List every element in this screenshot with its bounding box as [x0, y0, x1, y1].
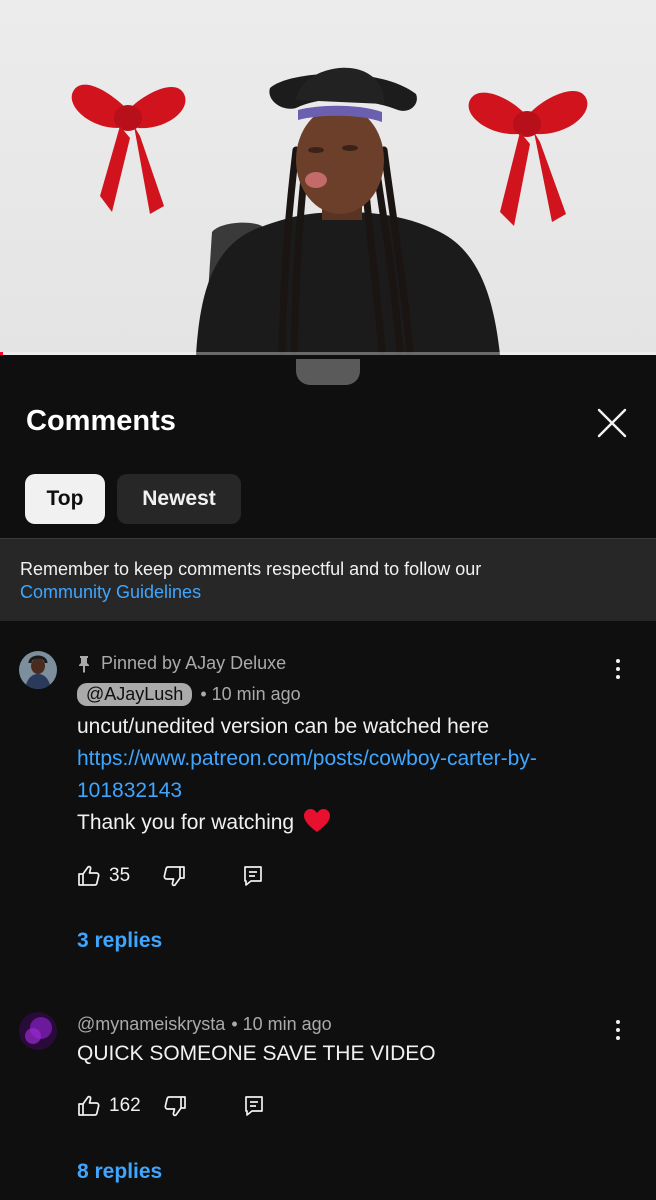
- reply-button[interactable]: [242, 864, 264, 888]
- reply-button[interactable]: [243, 1094, 265, 1118]
- comment-meta: @mynameiskrysta • 10 min ago: [77, 1014, 332, 1035]
- guidelines-notice-text: Remember to keep comments respectful and…: [20, 559, 482, 579]
- guidelines-notice: Remember to keep comments respectful and…: [0, 538, 656, 621]
- more-dot: [616, 1028, 620, 1032]
- avatar[interactable]: [19, 1012, 57, 1050]
- reply-icon: [244, 1096, 263, 1116]
- filter-newest-chip[interactable]: Newest: [117, 474, 241, 524]
- right-bow-decoration: [468, 91, 588, 226]
- thumbs-up-icon: [78, 1095, 100, 1116]
- patreon-link[interactable]: https://www.patreon.com/posts/cowboy-car…: [77, 743, 597, 807]
- close-button[interactable]: [594, 405, 630, 441]
- comment-text: QUICK SOMEONE SAVE THE VIDEO: [77, 1042, 436, 1065]
- avatar-image: [19, 651, 57, 689]
- like-count: 162: [109, 1095, 141, 1116]
- pinned-by-text: Pinned by AJay Deluxe: [101, 653, 287, 673]
- avatar-image: [19, 1012, 57, 1050]
- pin-icon: [79, 655, 89, 673]
- heart-icon: [303, 809, 330, 832]
- reply-icon: [244, 866, 262, 886]
- comment-meta: @AJayLush • 10 min ago: [77, 683, 301, 706]
- more-dot: [616, 1020, 620, 1024]
- comment-time: • 10 min ago: [231, 1014, 332, 1034]
- like-count: 35: [109, 865, 131, 886]
- dislike-button[interactable]: [162, 864, 186, 888]
- pinned-label: Pinned by AJay Deluxe: [77, 653, 286, 674]
- comment-time: • 10 min ago: [200, 684, 301, 704]
- view-replies-button[interactable]: 3 replies: [77, 929, 162, 953]
- thumbs-up-icon: [78, 865, 100, 886]
- more-dot: [616, 667, 620, 671]
- thumbs-down-icon: [164, 1096, 186, 1117]
- author-handle[interactable]: @mynameiskrysta: [77, 1014, 225, 1035]
- comment-text-line: uncut/unedited version can be watched he…: [77, 715, 490, 738]
- sheet-drag-handle[interactable]: [296, 359, 360, 385]
- comment-more-button[interactable]: [608, 655, 628, 683]
- close-icon: [597, 408, 627, 438]
- left-bow-decoration: [71, 84, 186, 214]
- more-dot: [616, 675, 620, 679]
- like-button[interactable]: 35: [77, 864, 130, 888]
- video-player[interactable]: [0, 0, 656, 355]
- comment-text: uncut/unedited version can be watched he…: [77, 711, 617, 839]
- video-frame-illustration: [71, 67, 588, 355]
- comment-text-line: Thank you for watching: [77, 807, 617, 839]
- more-dot: [616, 659, 620, 663]
- comments-sheet: Comments Top Newest Remember to keep com…: [0, 355, 656, 1200]
- community-guidelines-link[interactable]: Community Guidelines: [20, 581, 636, 604]
- comment-actions: 35: [77, 861, 264, 891]
- heart-emoji: [300, 809, 330, 834]
- thumbs-down-icon: [163, 866, 185, 887]
- avatar[interactable]: [19, 651, 57, 689]
- like-button[interactable]: 162: [77, 1094, 141, 1118]
- thank-you-text: Thank you for watching: [77, 811, 295, 834]
- view-replies-button[interactable]: 8 replies: [77, 1160, 162, 1184]
- author-handle-chip[interactable]: @AJayLush: [77, 683, 193, 706]
- comment-actions: 162: [77, 1091, 265, 1121]
- comments-title: Comments: [26, 405, 176, 437]
- dislike-button[interactable]: [163, 1094, 187, 1118]
- filter-top-chip[interactable]: Top: [25, 474, 105, 524]
